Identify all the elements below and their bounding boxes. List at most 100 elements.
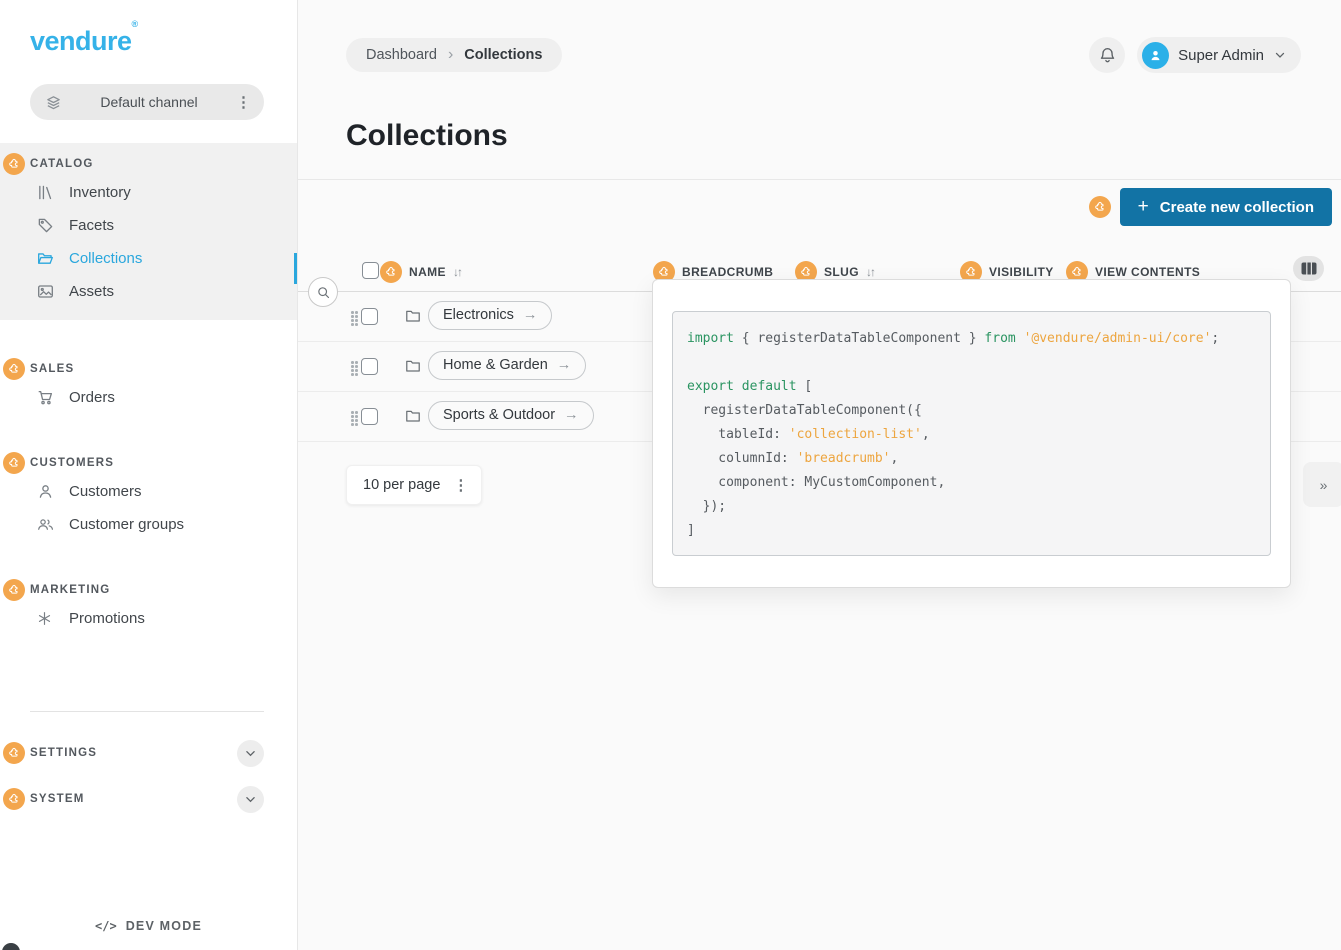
trademark-mark: ®: [132, 19, 138, 29]
per-page-kebab-icon: ⋮: [453, 476, 468, 494]
drag-handle-icon[interactable]: [351, 311, 359, 327]
extension-point-badge[interactable]: [3, 788, 25, 810]
user-menu[interactable]: Super Admin: [1137, 37, 1301, 73]
breadcrumb-item-dashboard[interactable]: Dashboard: [366, 47, 437, 63]
select-all-checkbox[interactable]: [362, 262, 379, 279]
sidebar-item-collections[interactable]: Collections: [0, 242, 297, 275]
code-block: import { registerDataTableComponent } fr…: [672, 311, 1271, 556]
sidebar-item-facets[interactable]: Facets: [0, 209, 297, 242]
create-button-label: Create new collection: [1160, 199, 1314, 216]
extension-point-badge[interactable]: [3, 742, 25, 764]
search-icon: [316, 285, 331, 300]
collection-name: Electronics: [443, 307, 514, 323]
sidebar-section-sales: SALES Orders: [0, 357, 297, 414]
sidebar-item-label: Assets: [69, 283, 114, 300]
sidebar-item-customer-groups[interactable]: Customer groups: [0, 508, 297, 541]
top-bar: Dashboard › Collections Super Admin: [298, 0, 1341, 73]
dev-mode-toggle[interactable]: </> DEV MODE: [0, 919, 297, 933]
sidebar-item-inventory[interactable]: Inventory: [0, 176, 297, 209]
column-label: VISIBILITY: [989, 265, 1054, 279]
row-checkbox[interactable]: [361, 308, 378, 325]
user-name: Super Admin: [1178, 47, 1264, 64]
extension-point-badge[interactable]: [380, 261, 402, 283]
per-page-label: 10 per page: [363, 477, 440, 493]
section-label: MARKETING: [30, 584, 110, 596]
chevron-down-icon: [1273, 48, 1287, 62]
sidebar-item-orders[interactable]: Orders: [0, 381, 297, 414]
channel-menu-kebab-icon[interactable]: ⋮: [236, 93, 251, 111]
dev-mode-label: DEV MODE: [126, 919, 202, 933]
sidebar-section-system[interactable]: SYSTEM: [0, 786, 297, 812]
top-right-actions: Super Admin: [1089, 37, 1301, 73]
sidebar-section-customers: CUSTOMERS Customers Customer groups: [0, 451, 297, 541]
sidebar: vendure® Default channel ⋮ CATALOG Inven…: [0, 0, 298, 950]
section-label: SETTINGS: [30, 747, 97, 759]
column-label: NAME: [409, 265, 446, 279]
bell-icon: [1098, 46, 1117, 65]
active-item-indicator: [294, 253, 297, 284]
extension-point-badge[interactable]: [1089, 196, 1111, 218]
column-header-name[interactable]: NAME ↓↑: [380, 261, 461, 283]
column-settings-button[interactable]: [1293, 256, 1324, 281]
channel-switcher[interactable]: Default channel ⋮: [30, 84, 264, 120]
breadcrumb-item-collections[interactable]: Collections: [464, 47, 542, 63]
section-label: CATALOG: [30, 158, 94, 170]
sidebar-item-assets[interactable]: Assets: [0, 275, 297, 308]
drag-handle-icon[interactable]: [351, 411, 359, 427]
arrow-right-icon: →: [557, 357, 572, 373]
promotion-icon: [37, 611, 56, 626]
vendure-logo: vendure®: [0, 0, 297, 57]
actions-row: + Create new collection: [298, 188, 1332, 226]
corner-widget[interactable]: [2, 943, 20, 950]
notifications-button[interactable]: [1089, 37, 1125, 73]
sidebar-section-settings[interactable]: SETTINGS: [0, 740, 297, 766]
layers-icon: [45, 94, 62, 111]
extension-point-badge[interactable]: [3, 579, 25, 601]
folder-icon: [405, 408, 421, 424]
extension-point-badge[interactable]: [3, 452, 25, 474]
search-button[interactable]: [308, 277, 338, 307]
extension-point-badge[interactable]: [3, 153, 25, 175]
breadcrumb: Dashboard › Collections: [346, 38, 562, 72]
collection-name: Home & Garden: [443, 357, 548, 373]
sidebar-item-label: Customer groups: [69, 516, 184, 533]
chevron-down-icon: [244, 793, 257, 806]
sidebar-item-customers[interactable]: Customers: [0, 475, 297, 508]
sidebar-item-promotions[interactable]: Promotions: [0, 602, 297, 635]
channel-label: Default channel: [62, 94, 236, 110]
folder-icon: [405, 358, 421, 374]
row-checkbox[interactable]: [361, 408, 378, 425]
code-icon: </>: [95, 919, 117, 933]
sidebar-item-label: Facets: [69, 217, 114, 234]
drag-handle-icon[interactable]: [351, 361, 359, 377]
section-label: SYSTEM: [30, 793, 85, 805]
columns-icon: [1301, 262, 1317, 275]
sidebar-divider: [30, 711, 264, 712]
collection-link[interactable]: Home & Garden →: [428, 351, 586, 380]
expand-system-button[interactable]: [237, 786, 264, 813]
column-label: BREADCRUMB: [682, 265, 773, 279]
section-header-sales: SALES: [0, 357, 297, 381]
extension-point-badge[interactable]: [3, 358, 25, 380]
library-icon: [37, 184, 56, 201]
sidebar-item-label: Inventory: [69, 184, 131, 201]
collection-link[interactable]: Electronics →: [428, 301, 552, 330]
expand-settings-button[interactable]: [237, 740, 264, 767]
sort-icon[interactable]: ↓↑: [866, 265, 874, 279]
collection-name: Sports & Outdoor: [443, 407, 555, 423]
column-label: VIEW CONTENTS: [1095, 265, 1200, 279]
sidebar-item-label: Orders: [69, 389, 115, 406]
collection-link[interactable]: Sports & Outdoor →: [428, 401, 594, 430]
items-per-page-select[interactable]: 10 per page ⋮: [346, 465, 482, 505]
next-page-button[interactable]: »: [1303, 462, 1341, 507]
section-header-marketing: MARKETING: [0, 578, 297, 602]
sidebar-item-label: Collections: [69, 250, 142, 267]
section-label: SALES: [30, 363, 74, 375]
avatar: [1142, 42, 1169, 69]
row-checkbox[interactable]: [361, 358, 378, 375]
create-new-collection-button[interactable]: + Create new collection: [1120, 188, 1332, 226]
section-header-customers: CUSTOMERS: [0, 451, 297, 475]
sidebar-item-label: Promotions: [69, 610, 145, 627]
sort-icon[interactable]: ↓↑: [453, 265, 461, 279]
sidebar-item-label: Customers: [69, 483, 142, 500]
